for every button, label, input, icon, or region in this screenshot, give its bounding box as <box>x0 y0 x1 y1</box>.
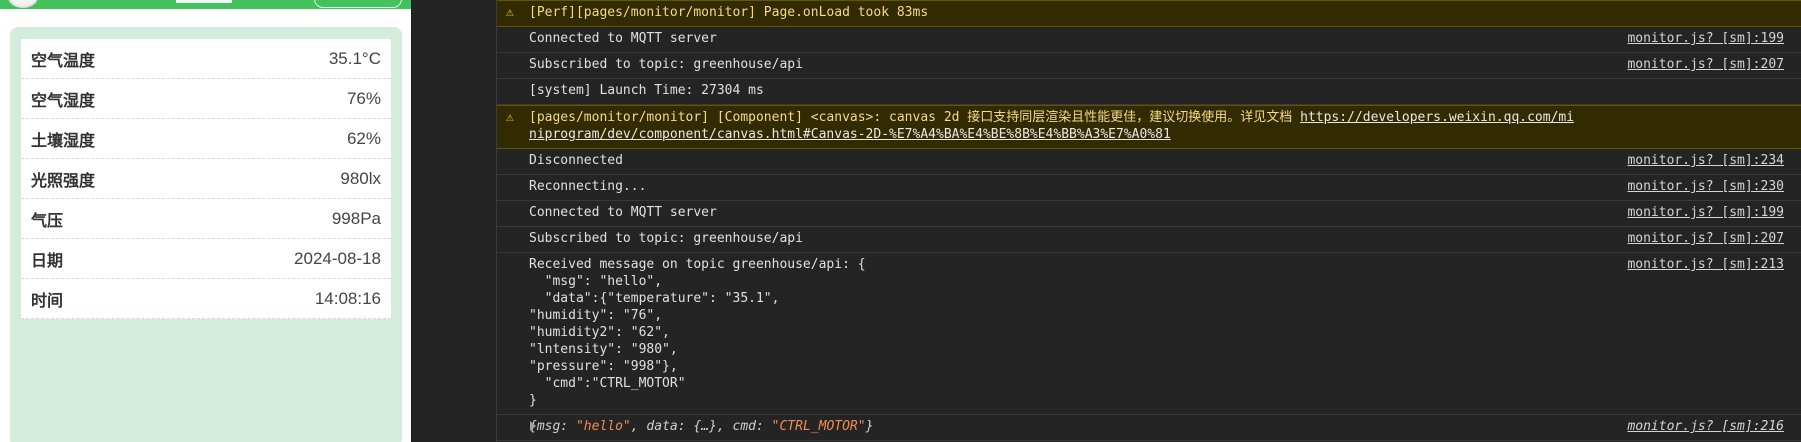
log-message: Subscribed to topic: greenhouse/api <box>529 57 803 72</box>
console-log-row: Subscribed to topic: greenhouse/api moni… <box>497 53 1801 79</box>
sensor-row-pressure: 气压 998Pa <box>21 199 391 239</box>
sensor-value: 35.1°C <box>328 48 381 68</box>
sensor-row-soil-humidity: 土壤湿度 62% <box>21 119 391 159</box>
log-message: Connected to MQTT server <box>529 205 717 220</box>
log-source-link[interactable]: monitor.js? [sm]:207 <box>1627 230 1784 247</box>
sensor-label: 土壤湿度 <box>31 130 96 150</box>
sensor-value: 980lx <box>340 168 381 188</box>
log-message: Subscribed to topic: greenhouse/api <box>529 231 803 246</box>
console-log-row: Subscribed to topic: greenhouse/api moni… <box>497 227 1801 253</box>
sensor-value: 14:08:16 <box>314 288 381 308</box>
warning-icon: ⚠ <box>506 110 514 125</box>
log-message: Reconnecting... <box>529 179 647 194</box>
sensor-value: 998Pa <box>331 208 381 228</box>
console-object-row[interactable]: {msg: "hello", data: {…}, cmd: "CTRL_MOT… <box>497 415 1801 441</box>
sensor-label: 气压 <box>31 210 64 230</box>
sensor-row-time: 时间 14:08:16 <box>21 279 391 319</box>
sensor-row-air-temperature: 空气温度 35.1°C <box>21 39 391 79</box>
expand-caret-icon[interactable] <box>530 421 536 431</box>
avatar[interactable] <box>8 0 38 8</box>
panel-gutter <box>411 0 497 442</box>
received-message-text: Received message on topic greenhouse/api… <box>529 257 866 408</box>
sensor-label: 空气温度 <box>31 50 96 70</box>
log-message: Disconnected <box>529 153 623 168</box>
object-key: msg: <box>536 419 576 434</box>
console-log-row: Disconnected monitor.js? [sm]:234 <box>497 149 1801 175</box>
sensor-row-light-intensity: 光照强度 980lx <box>21 159 391 199</box>
console-log-row: [system] Launch Time: 27304 ms <box>497 79 1801 105</box>
log-message: Connected to MQTT server <box>529 31 717 46</box>
object-key: cmd: <box>732 419 772 434</box>
log-message: [pages/monitor/monitor] [Component] <can… <box>529 110 1574 142</box>
sensor-value: 76% <box>346 88 381 108</box>
sensor-label: 日期 <box>31 250 64 270</box>
sensor-value: 2024-08-18 <box>294 248 381 268</box>
console-log-row: Connected to MQTT server monitor.js? [sm… <box>497 27 1801 53</box>
log-source-link[interactable]: monitor.js? [sm]:213 <box>1627 256 1784 273</box>
sensor-row-date: 日期 2024-08-18 <box>21 239 391 279</box>
sensor-value: 62% <box>346 128 381 148</box>
log-source-link[interactable]: monitor.js? [sm]:207 <box>1627 56 1784 73</box>
object-string-value: "CTRL_MOTOR" <box>771 419 866 434</box>
sensor-label: 时间 <box>31 290 64 310</box>
log-message: [system] Launch Time: 27304 ms <box>529 83 764 98</box>
log-source-link[interactable]: monitor.js? [sm]:199 <box>1627 204 1784 221</box>
app-header <box>0 0 411 9</box>
log-source-link[interactable]: monitor.js? [sm]:199 <box>1627 30 1784 47</box>
warning-text: [pages/monitor/monitor] [Component] <can… <box>529 110 1301 125</box>
warning-icon: ⚠ <box>506 5 514 20</box>
log-message: [Perf][pages/monitor/monitor] Page.onLoa… <box>529 5 929 20</box>
log-source-link[interactable]: monitor.js? [sm]:216 <box>1627 418 1784 435</box>
sensor-label: 光照强度 <box>31 170 96 190</box>
object-brace: } <box>865 419 874 434</box>
console-log-row: Connected to MQTT server monitor.js? [sm… <box>497 201 1801 227</box>
object-preview[interactable]: {msg: "hello", data: {…}, cmd: "CTRL_MOT… <box>529 419 873 434</box>
console-warning-row: ⚠ [Perf][pages/monitor/monitor] Page.onL… <box>497 0 1801 27</box>
console-panel: ⚠ [Perf][pages/monitor/monitor] Page.onL… <box>497 0 1801 442</box>
log-source-link[interactable]: monitor.js? [sm]:230 <box>1627 178 1784 195</box>
sensor-data-list: 空气温度 35.1°C 空气湿度 76% 土壤湿度 62% 光照强度 980lx… <box>21 39 391 319</box>
header-title-bar <box>176 0 232 3</box>
console-log-row: Reconnecting... monitor.js? [sm]:230 <box>497 175 1801 201</box>
console-log-row: Received message on topic greenhouse/api… <box>497 253 1801 415</box>
object-middle: , data: {…}, <box>630 419 733 434</box>
simulator-pane: 空气温度 35.1°C 空气湿度 76% 土壤湿度 62% 光照强度 980lx… <box>0 0 411 442</box>
sensor-label: 空气湿度 <box>31 90 96 110</box>
sensor-data-card: 空气温度 35.1°C 空气湿度 76% 土壤湿度 62% 光照强度 980lx… <box>10 27 402 442</box>
sensor-row-air-humidity: 空气湿度 76% <box>21 79 391 119</box>
log-source-link[interactable]: monitor.js? [sm]:234 <box>1627 152 1784 169</box>
object-string-value: "hello" <box>575 419 631 434</box>
console-warning-row: ⚠ [pages/monitor/monitor] [Component] <c… <box>497 105 1801 149</box>
header-capsule-button[interactable] <box>314 0 402 8</box>
